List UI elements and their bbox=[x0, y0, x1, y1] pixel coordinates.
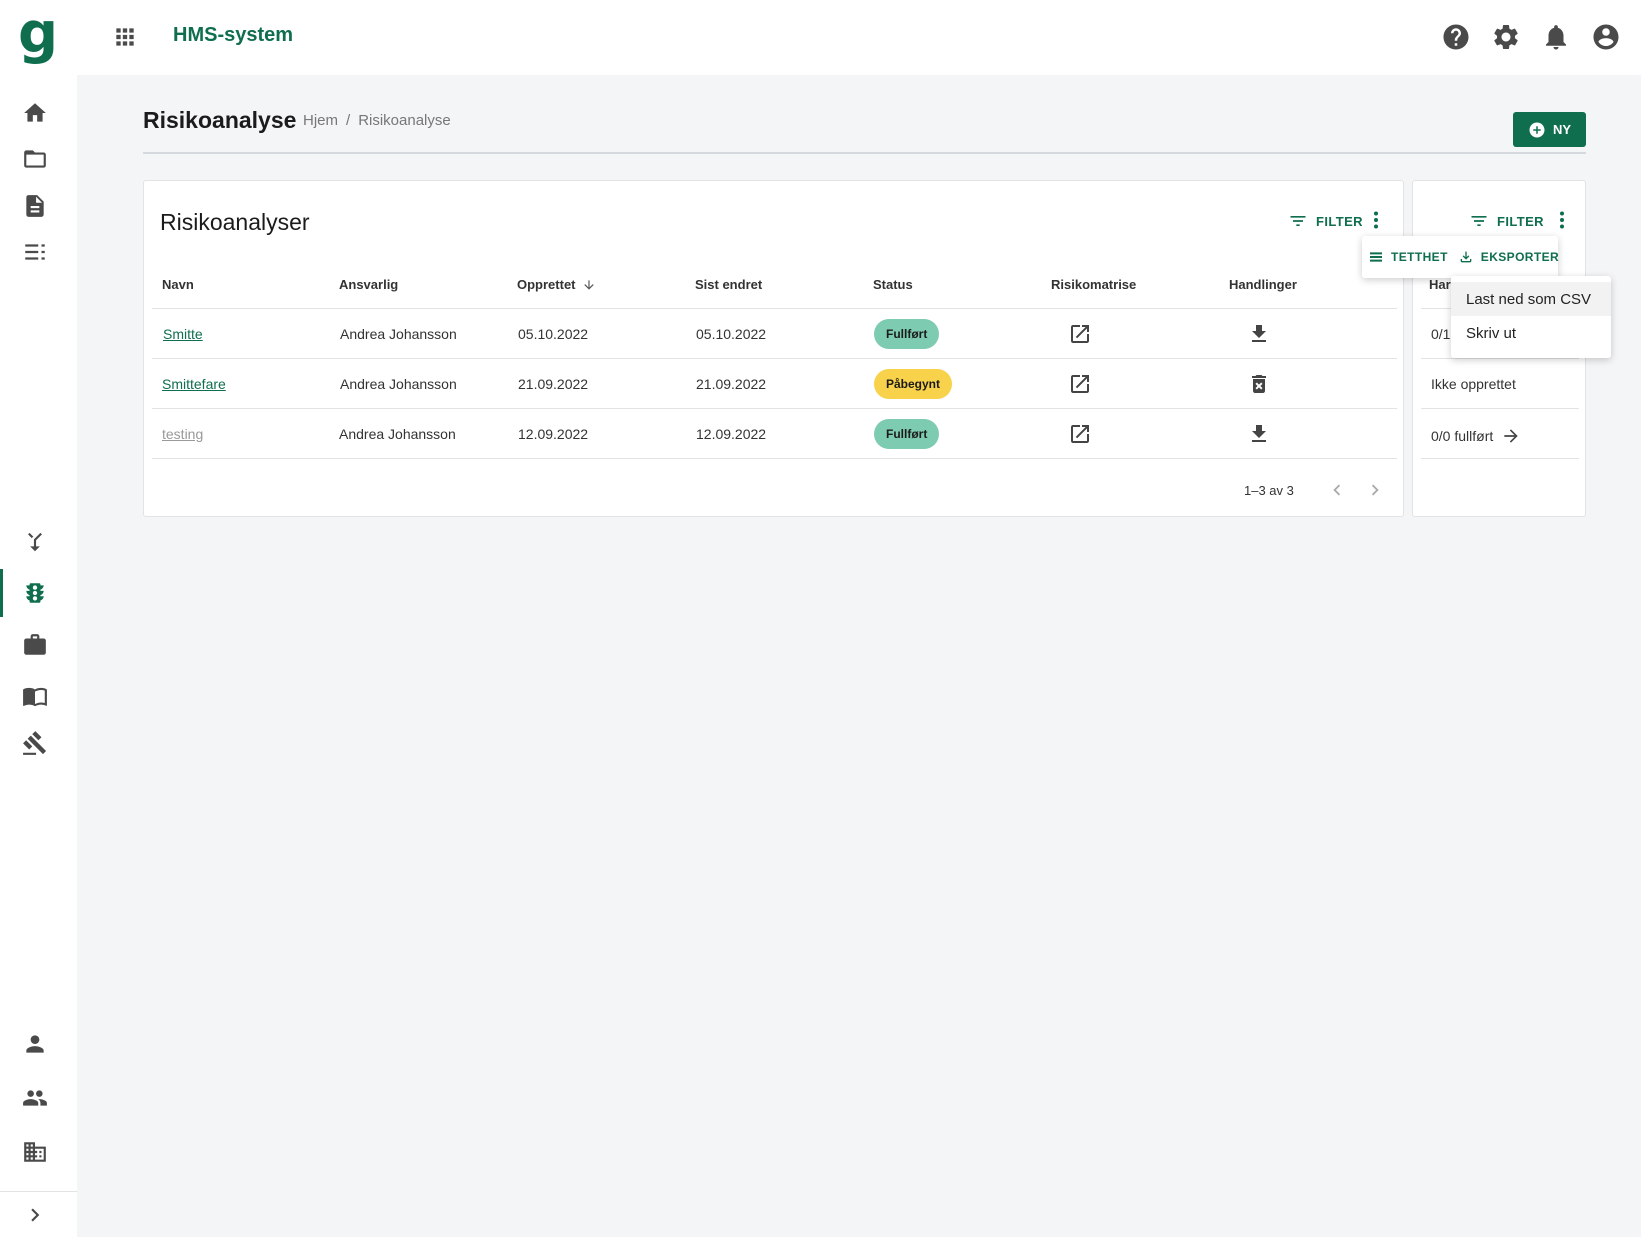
row-created: 05.10.2022 bbox=[518, 326, 589, 342]
sidebar-briefcase-icon[interactable] bbox=[19, 629, 51, 661]
export-menu: Last ned som CSV Skriv ut bbox=[1451, 276, 1611, 358]
breadcrumb-separator: / bbox=[346, 112, 351, 129]
row-modified: 12.09.2022 bbox=[696, 426, 767, 442]
filter-label: FILTER bbox=[1316, 213, 1363, 229]
side-column-header[interactable]: Har bbox=[1429, 277, 1451, 292]
previous-page-chevron-icon[interactable] bbox=[1326, 479, 1348, 501]
status-badge: Fullført bbox=[874, 319, 940, 349]
density-label: TETTHET bbox=[1391, 250, 1448, 264]
row-created: 12.09.2022 bbox=[518, 426, 589, 442]
side-more-options-icon[interactable] bbox=[1559, 211, 1565, 229]
delete-icon[interactable] bbox=[1247, 372, 1271, 396]
row-owner: Andrea Johansson bbox=[340, 326, 457, 342]
sidebar-user-icon[interactable] bbox=[19, 1028, 51, 1060]
app-title[interactable]: HMS-system bbox=[173, 24, 293, 47]
sidebar-divider bbox=[0, 1191, 77, 1192]
sidebar: g bbox=[0, 0, 77, 1237]
status-badge: Fullført bbox=[874, 419, 940, 449]
table-toolbar-popup: TETTHET EKSPORTER bbox=[1362, 236, 1559, 278]
side-table-row[interactable]: 0/0 fullført bbox=[1421, 409, 1579, 459]
next-page-chevron-icon[interactable] bbox=[1364, 479, 1386, 501]
app-logo[interactable]: g bbox=[18, 6, 58, 66]
sidebar-merge-icon[interactable] bbox=[19, 526, 51, 558]
help-icon[interactable] bbox=[1441, 22, 1471, 52]
sidebar-traffic-light-icon[interactable] bbox=[19, 577, 51, 609]
sidebar-book-icon[interactable] bbox=[19, 680, 51, 712]
status-badge: Påbegynt bbox=[874, 369, 953, 399]
export-download-icon bbox=[1460, 251, 1472, 263]
download-icon[interactable] bbox=[1247, 422, 1271, 446]
risk-analysis-table-card: Risikoanalyser FILTER Navn Ansvarlig Opp… bbox=[143, 180, 1404, 517]
sidebar-building-icon[interactable] bbox=[19, 1136, 51, 1168]
export-label: EKSPORTER bbox=[1480, 250, 1560, 264]
table-header: Navn Ansvarlig Opprettet Sist endret Sta… bbox=[152, 261, 1397, 309]
header-divider bbox=[143, 152, 1586, 154]
column-header-status[interactable]: Status bbox=[873, 277, 913, 292]
filter-button[interactable]: FILTER bbox=[1288, 211, 1363, 231]
breadcrumb: Hjem / Risikoanalyse bbox=[303, 112, 451, 129]
column-header-modified[interactable]: Sist endret bbox=[695, 277, 762, 292]
side-row-value: Ikke opprettet bbox=[1431, 376, 1516, 392]
row-name-link[interactable]: Smitte bbox=[163, 326, 203, 342]
side-table-row[interactable]: Ikke opprettet bbox=[1421, 359, 1579, 409]
filter-icon bbox=[1290, 216, 1306, 226]
more-options-icon[interactable] bbox=[1373, 211, 1379, 229]
page-title: Risikoanalyse bbox=[143, 107, 297, 133]
account-avatar-icon[interactable] bbox=[1591, 22, 1621, 52]
add-circle-icon bbox=[1529, 122, 1545, 137]
breadcrumb-current: Risikoanalyse bbox=[358, 112, 451, 129]
sidebar-document-icon[interactable] bbox=[19, 190, 51, 222]
export-button[interactable]: EKSPORTER bbox=[1458, 249, 1559, 265]
side-row-value: 0/1 bbox=[1431, 326, 1451, 342]
column-header-owner[interactable]: Ansvarlig bbox=[339, 277, 398, 292]
pagination-info: 1–3 av 3 bbox=[1244, 483, 1294, 498]
notifications-bell-icon[interactable] bbox=[1541, 22, 1571, 52]
settings-gear-icon[interactable] bbox=[1491, 22, 1521, 52]
download-icon[interactable] bbox=[1247, 322, 1271, 346]
side-filter-label: FILTER bbox=[1497, 213, 1544, 229]
row-modified: 21.09.2022 bbox=[696, 376, 767, 392]
row-name-link[interactable]: testing bbox=[162, 426, 203, 442]
sidebar-expand-chevron-icon[interactable] bbox=[19, 1199, 51, 1231]
row-owner: Andrea Johansson bbox=[339, 426, 456, 442]
table-title: Risikoanalyser bbox=[160, 209, 310, 235]
filter-icon bbox=[1471, 216, 1487, 226]
apps-grid-icon[interactable] bbox=[112, 24, 138, 50]
open-external-icon[interactable] bbox=[1068, 422, 1092, 446]
side-row-progress[interactable]: 0/0 fullført bbox=[1431, 426, 1521, 446]
density-button[interactable]: TETTHET bbox=[1368, 249, 1448, 265]
open-external-icon[interactable] bbox=[1068, 372, 1092, 396]
column-header-risk-matrix[interactable]: Risikomatrise bbox=[1051, 277, 1136, 292]
table-row[interactable]: testing Andrea Johansson 12.09.2022 12.0… bbox=[152, 409, 1397, 459]
menu-item-print[interactable]: Skriv ut bbox=[1451, 316, 1611, 350]
side-row-value: 0/0 fullført bbox=[1431, 428, 1494, 444]
row-owner: Andrea Johansson bbox=[340, 376, 457, 392]
column-header-actions[interactable]: Handlinger bbox=[1229, 277, 1297, 292]
column-header-created[interactable]: Opprettet bbox=[517, 277, 596, 292]
topbar: HMS-system bbox=[77, 0, 1641, 75]
table-row[interactable]: Smittefare Andrea Johansson 21.09.2022 2… bbox=[152, 359, 1397, 409]
row-modified: 05.10.2022 bbox=[696, 326, 767, 342]
side-filter-button[interactable]: FILTER bbox=[1469, 211, 1544, 231]
row-name-link[interactable]: Smittefare bbox=[162, 376, 226, 392]
sidebar-folder-icon[interactable] bbox=[19, 143, 51, 175]
menu-item-download-csv[interactable]: Last ned som CSV bbox=[1451, 282, 1611, 316]
density-icon bbox=[1370, 252, 1382, 262]
sidebar-active-indicator bbox=[0, 569, 3, 617]
row-created: 21.09.2022 bbox=[518, 376, 589, 392]
sidebar-gavel-icon[interactable] bbox=[19, 727, 51, 759]
column-header-created-label: Opprettet bbox=[517, 277, 576, 292]
table-row[interactable]: Smitte Andrea Johansson 05.10.2022 05.10… bbox=[152, 309, 1397, 359]
sort-arrow-down-icon bbox=[583, 279, 594, 290]
sidebar-home-icon[interactable] bbox=[19, 97, 51, 129]
new-button-label: NY bbox=[1552, 122, 1572, 137]
sidebar-checklist-icon[interactable] bbox=[19, 236, 51, 268]
arrow-right-icon[interactable] bbox=[1501, 426, 1521, 446]
open-external-icon[interactable] bbox=[1068, 322, 1092, 346]
new-button[interactable]: NY bbox=[1513, 112, 1586, 147]
column-header-name[interactable]: Navn bbox=[162, 277, 194, 292]
breadcrumb-home-link[interactable]: Hjem bbox=[303, 112, 338, 129]
sidebar-group-icon[interactable] bbox=[19, 1082, 51, 1114]
